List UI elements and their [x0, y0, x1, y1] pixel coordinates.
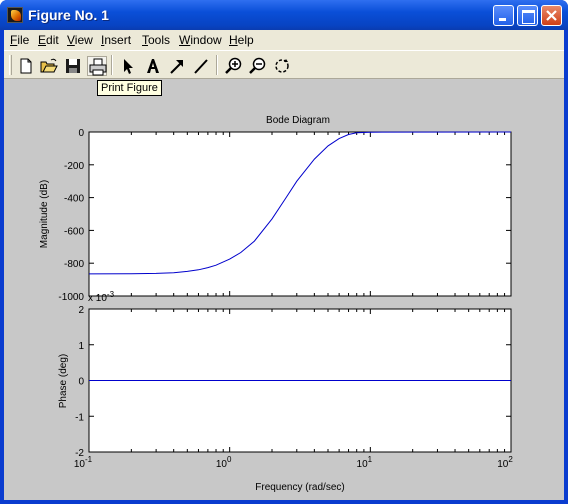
menu-tools[interactable]: Tools — [142, 33, 170, 47]
minimize-button[interactable] — [493, 5, 514, 26]
menu-insert[interactable]: Insert — [101, 33, 131, 47]
menu-window[interactable]: Window — [179, 33, 222, 47]
magnitude-ytick-label: 0 — [78, 128, 84, 139]
chart-title: Bode Diagram — [266, 115, 330, 126]
menu-help[interactable]: Help — [229, 33, 254, 47]
magnitude-ytick-label: -600 — [64, 226, 84, 237]
figure-canvas[interactable]: Bode Diagram Magnitude (dB) Phase (deg) … — [4, 79, 564, 500]
matlab-logo-icon[interactable] — [7, 7, 23, 23]
line-insert-icon[interactable] — [191, 56, 211, 76]
magnitude-ytick-label: -200 — [64, 161, 84, 172]
magnitude-ytick-label: -400 — [64, 194, 84, 205]
menu-file[interactable]: File — [10, 33, 29, 47]
select-arrow-icon[interactable] — [118, 56, 138, 76]
xtick-label: 102 — [497, 455, 513, 470]
menu-bar: File Edit View Insert Tools Window Help — [4, 30, 564, 50]
menu-edit[interactable]: Edit — [38, 33, 59, 47]
exponent-label: x 10-3 — [88, 290, 115, 304]
phase-ytick-label: 1 — [78, 341, 84, 352]
figure-toolbar — [4, 50, 564, 79]
figure-window: Figure No. 1 File Edit View Insert Tools… — [0, 0, 568, 504]
magnitude-axes-background — [88, 131, 512, 297]
window-client-area: File Edit View Insert Tools Window Help — [4, 30, 564, 500]
maximize-button[interactable] — [517, 5, 538, 26]
phase-ytick-label: -2 — [75, 448, 84, 459]
xtick-label: 100 — [216, 455, 232, 470]
title-bar[interactable]: Figure No. 1 — [0, 0, 568, 30]
close-icon — [546, 10, 557, 21]
save-icon[interactable] — [63, 56, 83, 76]
phase-ytick-label: 0 — [78, 377, 84, 388]
frequency-xlabel: Frequency (rad/sec) — [255, 482, 344, 493]
open-folder-icon[interactable] — [39, 56, 59, 76]
phase-ytick-label: 2 — [78, 305, 84, 316]
zoom-in-icon[interactable] — [224, 56, 244, 76]
toolbar-grip[interactable] — [9, 55, 12, 75]
magnitude-ytick-label: -1000 — [58, 292, 84, 303]
close-button[interactable] — [541, 5, 562, 26]
new-file-icon[interactable] — [16, 56, 36, 76]
menu-view[interactable]: View — [67, 33, 93, 47]
xtick-label: 101 — [357, 455, 373, 470]
bode-plot: Bode Diagram Magnitude (dB) Phase (deg) … — [39, 115, 513, 493]
rotate-3d-icon[interactable] — [272, 56, 292, 76]
print-figure-tooltip: Print Figure — [97, 80, 162, 96]
magnitude-ylabel: Magnitude (dB) — [39, 180, 50, 248]
print-icon[interactable] — [87, 56, 107, 76]
toolbar-separator — [216, 55, 218, 75]
window-title: Figure No. 1 — [28, 7, 109, 23]
toolbar-separator — [111, 55, 113, 75]
phase-ytick-label: -1 — [75, 412, 84, 423]
arrow-insert-icon[interactable] — [167, 56, 187, 76]
zoom-out-icon[interactable] — [248, 56, 268, 76]
text-insert-icon[interactable] — [143, 56, 163, 76]
phase-ylabel: Phase (deg) — [58, 354, 69, 408]
magnitude-ytick-label: -800 — [64, 259, 84, 270]
